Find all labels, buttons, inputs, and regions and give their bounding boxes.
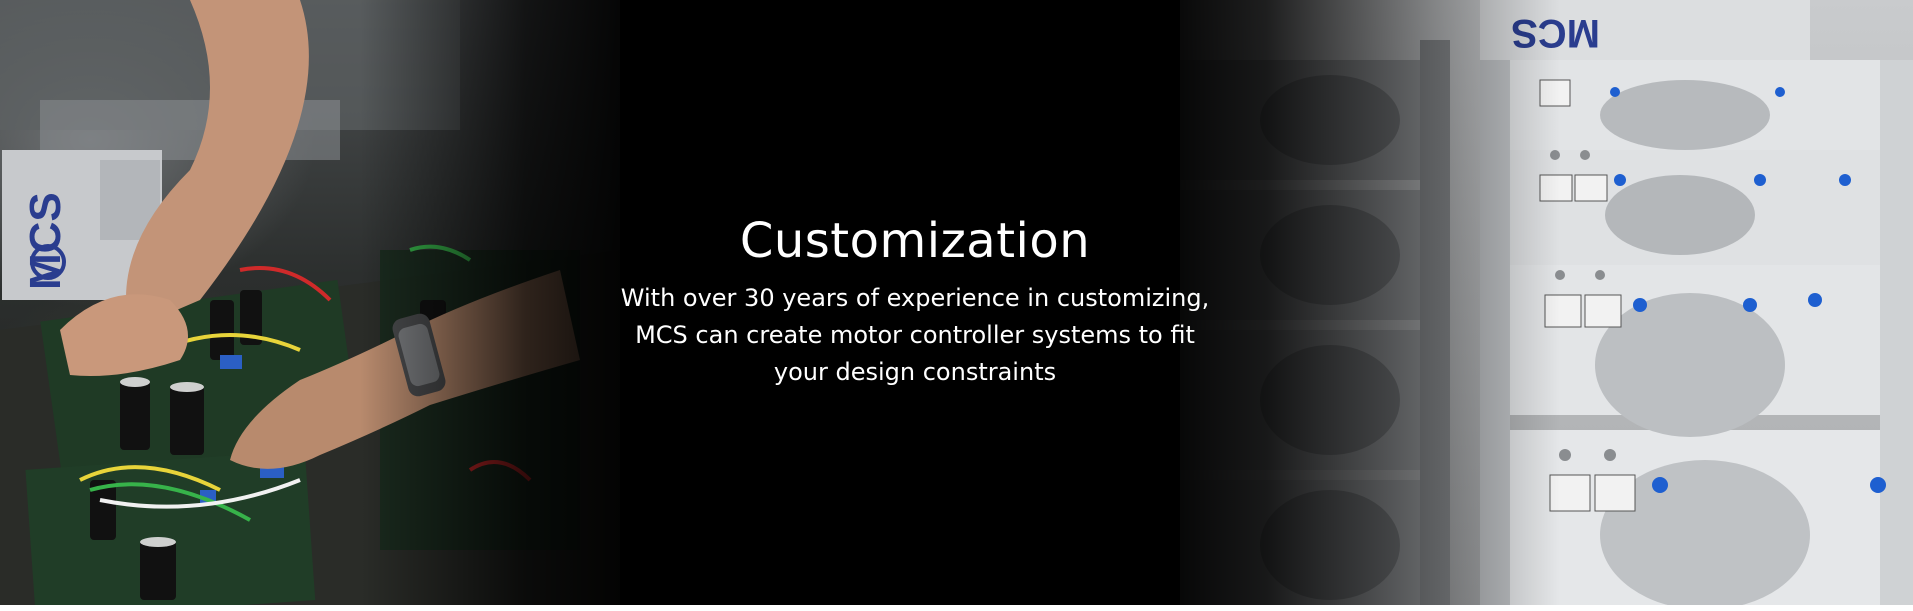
banner-content: Customization With over 30 years of expe… <box>560 215 1270 391</box>
banner-description: With over 30 years of experience in cust… <box>620 283 1210 386</box>
banner-title: Customization <box>739 213 1091 269</box>
customization-banner: MCS Customization With over 30 years of … <box>0 0 1913 611</box>
mcs-logo: MCS <box>21 192 70 290</box>
bottom-divider <box>0 605 1913 611</box>
